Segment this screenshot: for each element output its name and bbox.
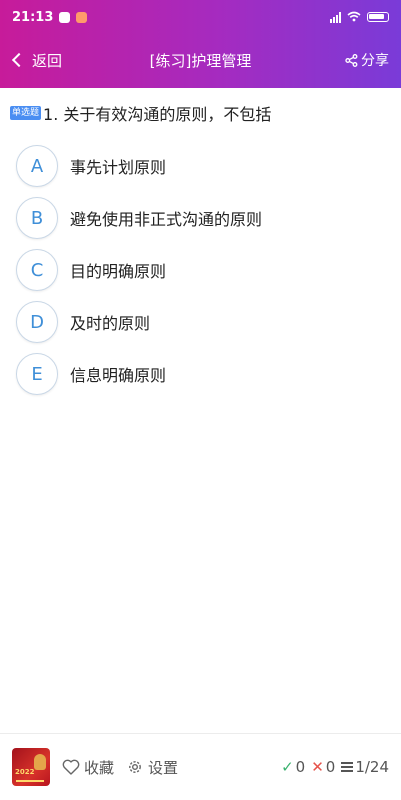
option-d[interactable]: D 及时的原则 bbox=[16, 296, 386, 348]
question-stem: 单选题 1. 关于有效沟通的原则，不包括 bbox=[10, 101, 390, 125]
share-label: 分享 bbox=[361, 53, 389, 69]
back-button[interactable]: 返回 bbox=[0, 50, 62, 71]
app-header: 21:13 返回 [练习]护理管理 分享 bbox=[0, 0, 401, 88]
share-button[interactable]: 分享 bbox=[345, 50, 401, 70]
list-icon bbox=[341, 762, 354, 772]
option-a[interactable]: A 事先计划原则 bbox=[16, 140, 386, 192]
share-icon bbox=[345, 53, 358, 67]
gear-icon bbox=[126, 758, 144, 776]
option-letter-circle: E bbox=[16, 353, 58, 395]
options-list: A 事先计划原则 B 避免使用非正式沟通的原则 C 目的明确原则 D 及时的原则… bbox=[16, 140, 386, 400]
signal-icon bbox=[330, 11, 341, 23]
option-c[interactable]: C 目的明确原则 bbox=[16, 244, 386, 296]
logo-figure-icon bbox=[34, 754, 46, 770]
option-letter-circle: C bbox=[16, 249, 58, 291]
chevron-left-icon bbox=[11, 52, 27, 68]
favorite-button[interactable]: 收藏 bbox=[62, 757, 114, 778]
back-label: 返回 bbox=[32, 51, 63, 70]
favorite-label: 收藏 bbox=[84, 758, 115, 777]
status-bar: 21:13 bbox=[0, 0, 401, 34]
settings-label: 设置 bbox=[148, 758, 179, 777]
app-logo[interactable]: 2022 bbox=[12, 748, 50, 786]
cross-icon: ✕ bbox=[311, 758, 324, 776]
option-letter-circle: B bbox=[16, 197, 58, 239]
settings-button[interactable]: 设置 bbox=[126, 757, 178, 778]
nav-bar: 返回 [练习]护理管理 分享 bbox=[0, 40, 401, 80]
option-e[interactable]: E 信息明确原则 bbox=[16, 348, 386, 400]
option-text: 信息明确原则 bbox=[70, 366, 167, 385]
option-letter-circle: A bbox=[16, 145, 58, 187]
option-b[interactable]: B 避免使用非正式沟通的原则 bbox=[16, 192, 386, 244]
bottom-toolbar: 2022 收藏 设置 ✓ 0 ✕ 0 1/24 bbox=[0, 733, 401, 800]
correct-count: ✓ 0 bbox=[281, 758, 306, 776]
option-text: 目的明确原则 bbox=[70, 262, 167, 281]
option-text: 避免使用非正式沟通的原则 bbox=[70, 210, 263, 229]
logo-year: 2022 bbox=[15, 768, 35, 776]
battery-icon bbox=[367, 12, 389, 22]
app-icon bbox=[76, 11, 88, 23]
notification-icon bbox=[59, 11, 71, 23]
heart-icon bbox=[62, 759, 80, 775]
option-letter-circle: D bbox=[16, 301, 58, 343]
wrong-count: ✕ 0 bbox=[311, 758, 336, 776]
question-text: 1. 关于有效沟通的原则，不包括 bbox=[43, 105, 272, 124]
question-type-badge: 单选题 bbox=[10, 106, 42, 120]
option-text: 及时的原则 bbox=[70, 314, 151, 333]
status-time: 21:13 bbox=[12, 9, 54, 25]
wifi-icon bbox=[347, 11, 361, 24]
question-progress[interactable]: 1/24 bbox=[341, 758, 389, 776]
check-icon: ✓ bbox=[281, 758, 294, 776]
option-text: 事先计划原则 bbox=[70, 158, 167, 177]
